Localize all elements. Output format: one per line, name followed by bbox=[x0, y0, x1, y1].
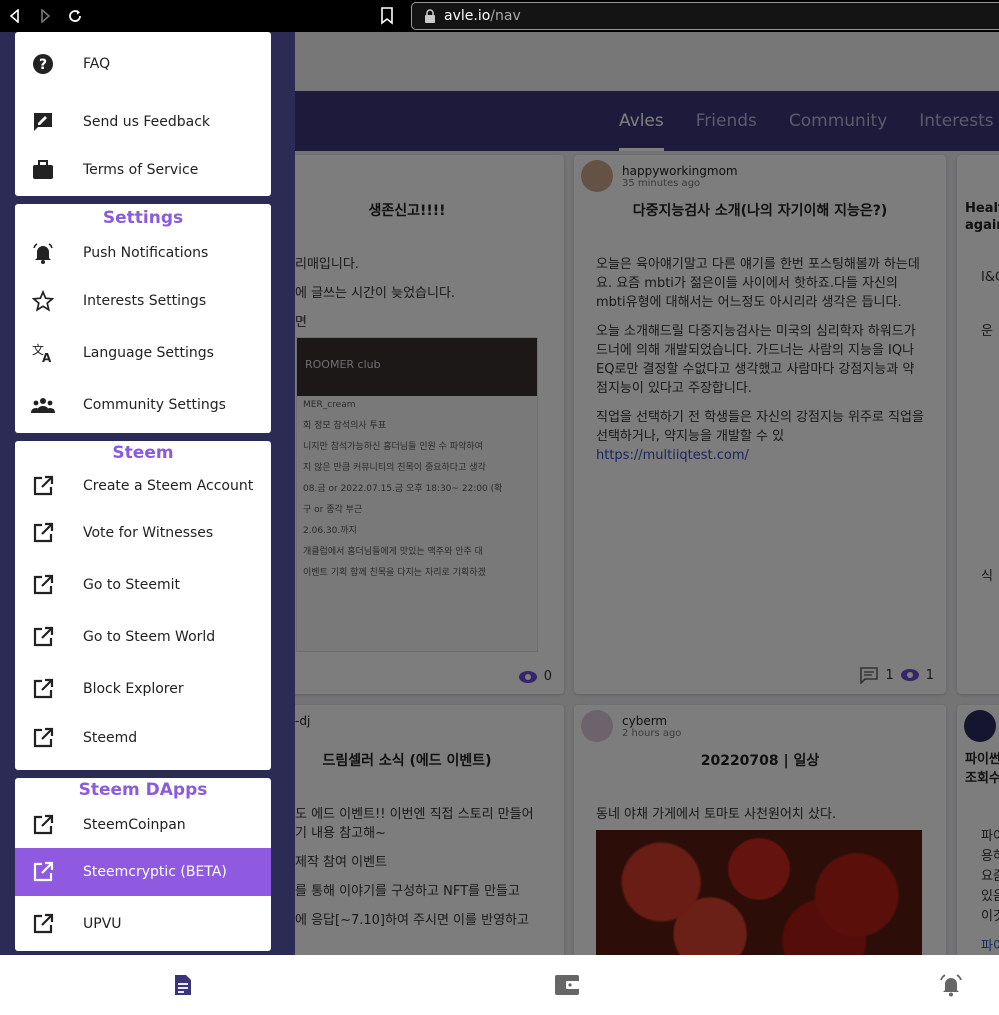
menu-item-label: Push Notifications bbox=[83, 244, 209, 261]
menu-item-steemd[interactable]: Steemd bbox=[15, 715, 271, 760]
external-link-icon bbox=[31, 813, 55, 837]
menu-item-label: Interests Settings bbox=[83, 293, 207, 309]
menu-item-language-settings[interactable]: 文A Language Settings bbox=[15, 327, 271, 379]
menu-item-label: Terms of Service bbox=[83, 162, 199, 178]
section-title: Settings bbox=[102, 208, 184, 228]
external-link-icon bbox=[31, 521, 55, 545]
external-link-icon bbox=[31, 860, 55, 884]
forward-arrow-icon bbox=[41, 9, 51, 23]
menu-item-upvu[interactable]: UPVU bbox=[15, 896, 271, 951]
posts-nav-button[interactable] bbox=[169, 971, 197, 999]
menu-item-label: Community Settings bbox=[83, 397, 226, 413]
url-host: avle.io bbox=[444, 8, 491, 24]
address-bar[interactable]: avle.io/nav bbox=[411, 2, 999, 30]
menu-item-label: Go to Steemit bbox=[83, 577, 180, 593]
steem-group: Steem Create a Steem Account Vote for Wi… bbox=[15, 441, 271, 770]
external-link-icon bbox=[31, 474, 55, 498]
wallet-icon bbox=[555, 975, 579, 995]
menu-item-vote-witnesses[interactable]: Vote for Witnesses bbox=[15, 507, 271, 559]
external-link-icon bbox=[31, 573, 55, 597]
menu-item-label: Send us Feedback bbox=[83, 114, 210, 130]
menu-item-create-steem-account[interactable]: Create a Steem Account bbox=[15, 465, 271, 507]
menu-item-label: Block Explorer bbox=[83, 681, 184, 697]
browser-toolbar: avle.io/nav bbox=[0, 0, 999, 32]
url-path: /nav bbox=[490, 8, 521, 24]
menu-item-label: Create a Steem Account bbox=[83, 478, 254, 494]
back-button[interactable] bbox=[0, 0, 30, 32]
menu-item-interests-settings[interactable]: Interests Settings bbox=[15, 275, 271, 327]
menu-item-feedback[interactable]: Send us Feedback bbox=[15, 96, 271, 148]
navigation-drawer: ? FAQ Send us Feedback Terms of Service … bbox=[0, 32, 295, 955]
menu-item-faq[interactable]: ? FAQ bbox=[15, 32, 271, 96]
bookmark-button[interactable] bbox=[380, 7, 394, 29]
menu-item-terms[interactable]: Terms of Service bbox=[15, 148, 271, 192]
external-link-icon bbox=[31, 625, 55, 649]
menu-item-label: FAQ bbox=[83, 56, 111, 72]
menu-item-steemcryptic[interactable]: Steemcryptic (BETA) bbox=[15, 848, 271, 896]
bookmark-icon bbox=[381, 7, 393, 25]
people-icon bbox=[31, 393, 55, 417]
help-group: ? FAQ Send us Feedback Terms of Service bbox=[15, 32, 271, 196]
section-title: Steem DApps bbox=[78, 780, 208, 800]
lock-icon bbox=[425, 9, 435, 23]
notifications-icon bbox=[940, 974, 962, 997]
dapps-group: Steem DApps SteemCoinpan Steemcryptic (B… bbox=[15, 778, 271, 951]
menu-item-label: UPVU bbox=[83, 915, 122, 932]
menu-item-block-explorer[interactable]: Block Explorer bbox=[15, 663, 271, 715]
menu-item-steemcoinpan[interactable]: SteemCoinpan bbox=[15, 802, 271, 848]
menu-item-push-notifications[interactable]: Push Notifications bbox=[15, 230, 271, 275]
menu-item-label: Go to Steem World bbox=[83, 629, 216, 645]
feedback-icon bbox=[31, 110, 55, 134]
reload-icon bbox=[69, 10, 81, 22]
briefcase-icon bbox=[31, 158, 55, 182]
bell-alert-icon bbox=[31, 241, 55, 265]
svg-text:?: ? bbox=[39, 57, 47, 73]
wallet-nav-button[interactable] bbox=[553, 971, 581, 999]
menu-item-go-steem-world[interactable]: Go to Steem World bbox=[15, 611, 271, 663]
help-circle-icon: ? bbox=[31, 52, 55, 76]
menu-item-community-settings[interactable]: Community Settings bbox=[15, 379, 271, 431]
translate-icon: 文A bbox=[31, 341, 55, 365]
menu-item-label: Steemcryptic (BETA) bbox=[83, 864, 227, 880]
star-outline-icon bbox=[31, 289, 55, 313]
posts-icon bbox=[175, 975, 191, 995]
settings-group: Settings Push Notifications Interests Se… bbox=[15, 204, 271, 433]
reload-button[interactable] bbox=[60, 0, 90, 32]
notifications-nav-button[interactable] bbox=[937, 971, 965, 999]
menu-item-label: Steemd bbox=[83, 729, 138, 746]
bottom-navigation bbox=[0, 955, 999, 1015]
menu-item-label: Vote for Witnesses bbox=[83, 525, 214, 541]
forward-button[interactable] bbox=[30, 0, 60, 32]
back-arrow-icon bbox=[9, 9, 19, 23]
external-link-icon bbox=[31, 912, 55, 936]
menu-item-label: SteemCoinpan bbox=[83, 817, 186, 833]
external-link-icon bbox=[31, 677, 55, 701]
external-link-icon bbox=[31, 726, 55, 750]
menu-item-label: Language Settings bbox=[83, 345, 214, 361]
svg-text:A: A bbox=[42, 351, 52, 364]
section-title: Steem bbox=[112, 443, 174, 463]
menu-item-go-steemit[interactable]: Go to Steemit bbox=[15, 559, 271, 611]
